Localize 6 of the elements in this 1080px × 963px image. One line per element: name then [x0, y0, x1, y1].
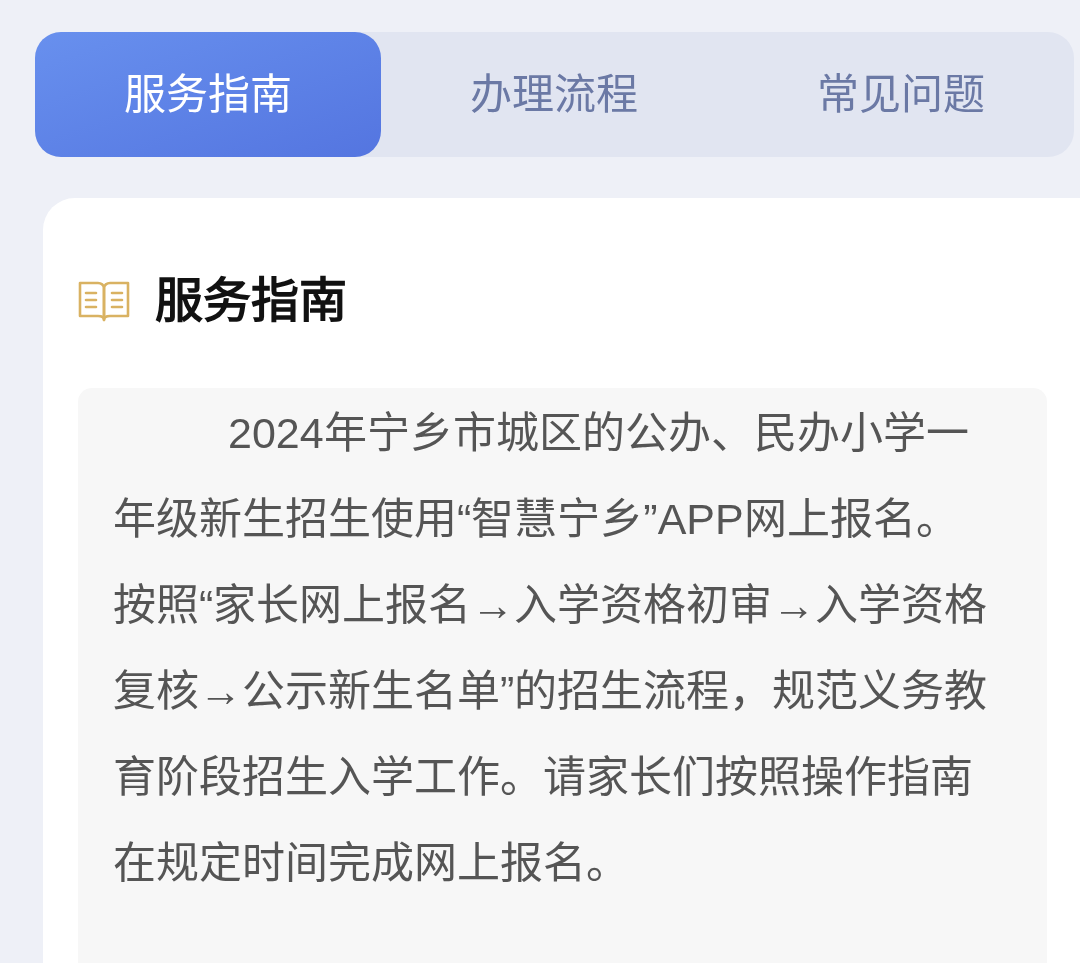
tab[interactable]: 常见问题 [727, 32, 1074, 157]
open-book-icon [78, 279, 130, 323]
guide-paragraph: 2024年宁乡市城区的公办、民办小学一年级新生招生使用“智慧宁乡”APP网上报名。按照“家长网上报名→入学资格初审→入学资格复核→公示新生名单”的招生流程，规范义务教育阶段招生入学工作。请家长们按照操作指南在规定时间完成网上报名。 [113, 408, 989, 889]
tab[interactable]: 办理流程 [381, 32, 728, 157]
tab[interactable]: 服务指南 [35, 32, 382, 157]
section-title: 服务指南 [155, 277, 347, 325]
